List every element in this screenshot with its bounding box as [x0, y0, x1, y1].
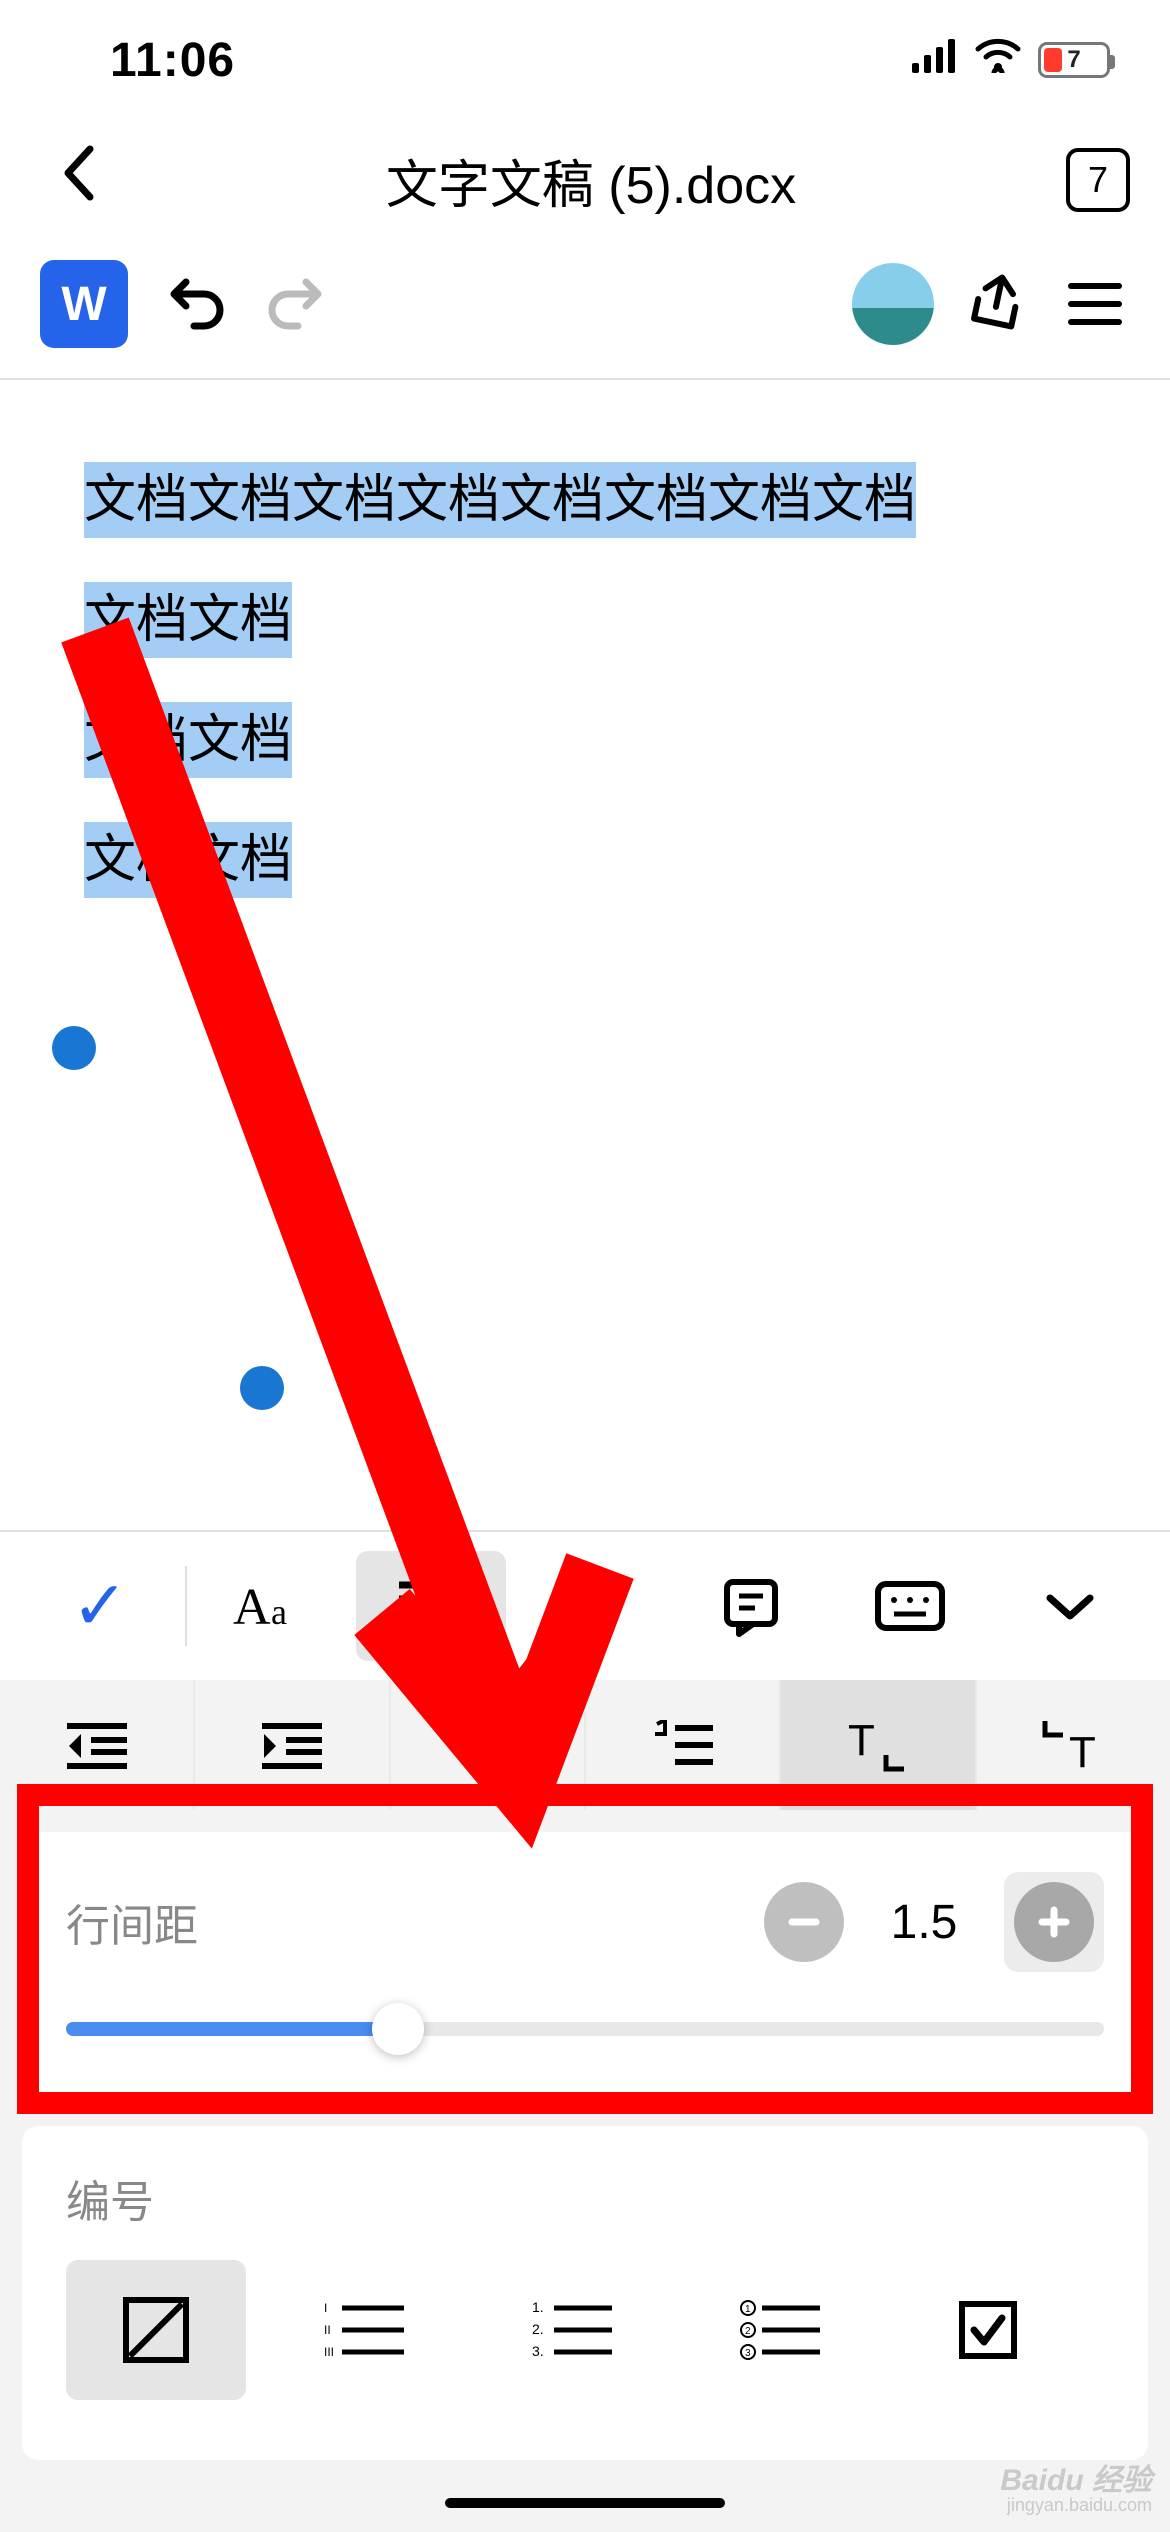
- line-spacing-label: 行间距: [66, 1890, 744, 1954]
- svg-text:3.: 3.: [532, 2343, 544, 2359]
- text-direction-ltr-button[interactable]: T: [781, 1680, 976, 1810]
- cellular-icon: [912, 38, 958, 83]
- share-button[interactable]: [962, 267, 1032, 342]
- svg-text:3: 3: [745, 2348, 751, 2359]
- back-button[interactable]: [40, 145, 116, 215]
- status-bar: 11:06 7: [0, 0, 1170, 120]
- numbering-roman-option[interactable]: IIIIII: [274, 2260, 454, 2400]
- selected-text-line[interactable]: 文档文档: [84, 822, 292, 898]
- decrease-indent-button[interactable]: [0, 1680, 195, 1810]
- svg-text:T: T: [848, 1717, 875, 1765]
- numbering-label: 编号: [66, 2166, 1104, 2230]
- status-time: 11:06: [110, 33, 235, 88]
- svg-text:1.: 1.: [532, 2299, 544, 2315]
- increase-spacing-button[interactable]: [1004, 1872, 1104, 1972]
- insert-tab[interactable]: [516, 1551, 666, 1661]
- wifi-icon: [974, 37, 1022, 83]
- numbering-card: 编号 IIIIII 1.2.3. 123: [22, 2126, 1148, 2460]
- undo-button[interactable]: [156, 264, 232, 345]
- review-tab[interactable]: [676, 1551, 826, 1661]
- status-indicators: 7: [912, 37, 1110, 83]
- selection-handle-end[interactable]: [240, 1366, 284, 1410]
- list-button[interactable]: [586, 1680, 781, 1810]
- selected-text-line[interactable]: 文档文档: [84, 702, 292, 778]
- line-spacing-card: 行间距 1.5: [22, 1832, 1148, 2096]
- title-bar: 文字文稿 (5).docx 7: [0, 120, 1170, 250]
- menu-button[interactable]: [1060, 275, 1130, 333]
- numbering-decimal-option[interactable]: 1. 2. 3.: [482, 2260, 662, 2400]
- svg-text:II: II: [324, 2323, 331, 2337]
- svg-text:1: 1: [745, 2304, 751, 2315]
- settings-panel: 行间距 1.5 编号 IIIIII 1.2.3: [0, 1810, 1170, 2532]
- selected-text-line[interactable]: 文档文档文档文档文档文档文档文档: [84, 462, 916, 538]
- line-spacing-slider[interactable]: [66, 2022, 1104, 2036]
- watermark: Baidu 经验 jingyan.baidu.com: [1000, 2466, 1152, 2514]
- svg-text:a: a: [271, 1592, 287, 1632]
- decrease-spacing-button[interactable]: [764, 1882, 844, 1962]
- document-title: 文字文稿 (5).docx: [386, 143, 796, 218]
- slider-fill: [66, 2022, 398, 2036]
- numbering-options: IIIIII 1.2.3. 123: [66, 2260, 1104, 2400]
- divider: [185, 1566, 187, 1646]
- selected-text-line[interactable]: 文档文档: [84, 582, 292, 658]
- collapse-button[interactable]: [995, 1551, 1145, 1661]
- user-avatar[interactable]: [852, 263, 934, 345]
- svg-text:I: I: [324, 2301, 327, 2315]
- format-tab-bar: ✓ Aa: [0, 1530, 1170, 1680]
- paragraph-format-row: T T: [0, 1680, 1170, 1810]
- app-badge-word[interactable]: W: [40, 260, 128, 348]
- svg-text:2.: 2.: [532, 2321, 544, 2337]
- text-direction-rtl-button[interactable]: T: [977, 1680, 1170, 1810]
- redo-button[interactable]: [260, 264, 336, 345]
- svg-text:T: T: [1069, 1728, 1096, 1773]
- svg-text:III: III: [324, 2345, 334, 2359]
- numbering-none-option[interactable]: [66, 2260, 246, 2400]
- tab-count-button[interactable]: 7: [1066, 148, 1130, 212]
- paragraph-tab[interactable]: [356, 1551, 506, 1661]
- slider-thumb[interactable]: [372, 2003, 424, 2055]
- battery-icon: 7: [1038, 42, 1110, 78]
- keyboard-tab[interactable]: [835, 1551, 985, 1661]
- selection-handle-start[interactable]: [52, 1026, 96, 1070]
- svg-text:2: 2: [745, 2326, 751, 2337]
- battery-percent: 7: [1041, 46, 1107, 74]
- app-toolbar: W: [0, 250, 1170, 380]
- increase-indent-button[interactable]: [195, 1680, 390, 1810]
- svg-text:A: A: [233, 1579, 271, 1636]
- home-indicator[interactable]: [445, 2498, 725, 2508]
- line-spacing-button[interactable]: [391, 1680, 586, 1810]
- tab-count-value: 7: [1088, 159, 1108, 201]
- confirm-button[interactable]: ✓: [25, 1551, 175, 1661]
- line-spacing-value: 1.5: [864, 1895, 984, 1950]
- numbering-circled-option[interactable]: 1 2 3: [690, 2260, 870, 2400]
- font-tab[interactable]: Aa: [196, 1551, 346, 1661]
- numbering-checkbox-option[interactable]: [898, 2260, 1078, 2400]
